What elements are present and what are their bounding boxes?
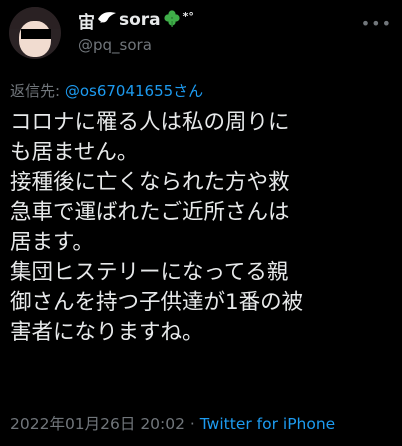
- tweet-line: 御さんを持つ子供達が1番の被: [10, 290, 304, 315]
- avatar-censor-bar: [21, 29, 51, 39]
- tweet-line: コロナに罹る人は私の周りに: [10, 110, 290, 135]
- reply-prefix: 返信先:: [10, 82, 65, 100]
- tweet-line: 害者になりますね。: [10, 320, 204, 345]
- author-name[interactable]: 宙 sora *°: [78, 9, 194, 33]
- reply-mention-link[interactable]: @os67041655さん: [65, 82, 203, 100]
- display-name: 宙: [78, 12, 95, 33]
- tweet-line: 接種後に亡くなられた方や救: [10, 170, 290, 195]
- tweet-line: 居ます。: [10, 230, 94, 255]
- reply-to: 返信先: @os67041655さん: [10, 80, 203, 101]
- timestamp[interactable]: 2022年01月26日 20:02: [10, 415, 185, 433]
- avatar-face: [19, 21, 51, 57]
- tweet-line: も居ません。: [10, 140, 139, 165]
- tweet-line: 集団ヒステリーになってる親: [10, 260, 289, 285]
- tweet-meta: 2022年01月26日 20:02 · Twitter for iPhone: [10, 412, 335, 434]
- tweet-line: 急車で運ばれたご近所さんは: [10, 200, 290, 225]
- clover-icon: [163, 9, 181, 32]
- tweet-text: コロナに罹る人は私の周りに も居ません。 接種後に亡くなられた方や救 急車で運ば…: [10, 108, 398, 348]
- avatar[interactable]: [9, 7, 61, 59]
- more-icon[interactable]: •••: [361, 14, 392, 33]
- meta-separator: ·: [185, 415, 200, 433]
- emoji-suffix: *°: [182, 10, 194, 23]
- dove-icon: [97, 10, 117, 31]
- source-link[interactable]: Twitter for iPhone: [200, 415, 335, 433]
- author-handle[interactable]: @pq_sora: [78, 36, 152, 54]
- display-name-suffix: sora: [119, 10, 161, 30]
